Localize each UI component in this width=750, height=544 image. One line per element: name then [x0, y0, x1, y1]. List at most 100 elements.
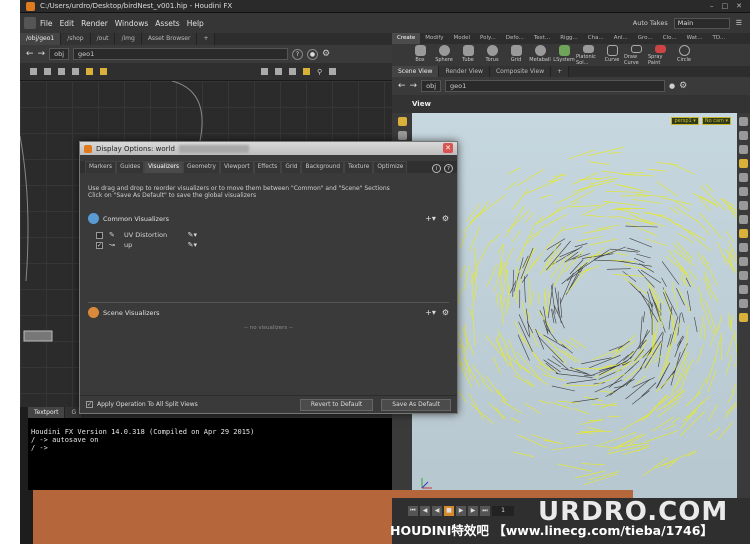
camera-badge[interactable]: persp1 ▾ — [671, 117, 699, 125]
tab-geometry[interactable]: Geometry — [183, 161, 220, 173]
shelf-tab-cha[interactable]: Cha... — [583, 33, 609, 44]
select-tool-icon[interactable] — [397, 117, 407, 126]
network-node[interactable] — [23, 330, 53, 342]
menu-file[interactable]: File — [40, 19, 53, 28]
menu-edit[interactable]: Edit — [60, 19, 75, 28]
frame-field[interactable]: 1 — [492, 506, 514, 516]
minimize-icon[interactable]: – — [710, 2, 714, 10]
shelf-tab-text[interactable]: Text... — [529, 33, 555, 44]
tool-metaball[interactable]: Metaball — [528, 44, 552, 66]
grid-toggle-icon[interactable] — [739, 271, 748, 280]
prev-key-icon[interactable]: ◀ — [420, 506, 430, 516]
tab-viewport[interactable]: Viewport — [219, 161, 254, 173]
tab-composite-view[interactable]: Composite View — [489, 66, 552, 77]
shelf-tab-poly[interactable]: Poly... — [475, 33, 501, 44]
move-tool-icon[interactable] — [397, 131, 407, 140]
shelf-tab-defo[interactable]: Defo... — [501, 33, 529, 44]
shelf-tab-model[interactable]: Model — [449, 33, 476, 44]
apply-all-checkbox[interactable]: ✓ — [86, 401, 93, 408]
shelf-tab-td[interactable]: TD... — [707, 33, 730, 44]
pin-icon[interactable]: ● — [307, 48, 319, 60]
display-icon[interactable] — [739, 117, 748, 126]
visualizer-checkbox[interactable]: ✓ — [96, 241, 103, 249]
reverse-play-icon[interactable]: ◀ — [432, 506, 442, 516]
next-key-icon[interactable]: ▶ — [468, 506, 478, 516]
normals-icon[interactable] — [739, 215, 748, 224]
layout-icon[interactable] — [261, 68, 268, 75]
tab-shop[interactable]: /shop — [61, 33, 91, 45]
display-flag-icon[interactable] — [303, 68, 310, 75]
edit-icon[interactable]: ✎▾ — [188, 231, 197, 239]
snap-icon[interactable] — [739, 229, 748, 238]
path-obj[interactable]: obj — [421, 80, 442, 92]
gear-icon[interactable]: ⚙ — [679, 81, 687, 91]
shelf-tab-rigg[interactable]: Rigg... — [555, 33, 583, 44]
gear-icon[interactable]: ⚙ — [322, 49, 330, 59]
desktop-select[interactable]: Main — [673, 17, 730, 29]
tab-background[interactable]: Background — [301, 161, 345, 173]
path-geo[interactable]: geo1 — [445, 80, 666, 92]
save-default-button[interactable]: Save As Default — [381, 398, 451, 411]
points-icon[interactable] — [739, 201, 748, 210]
tool-platonic[interactable]: Platonic Sol... — [576, 44, 600, 66]
auto-takes-label[interactable]: Auto Takes — [633, 19, 668, 27]
light-icon[interactable] — [739, 145, 748, 154]
tool-spray-paint[interactable]: Spray Paint — [648, 44, 672, 66]
last-frame-icon[interactable]: ⏭ — [480, 506, 490, 516]
frame-all-icon[interactable] — [329, 68, 337, 75]
shelf-tab-wat[interactable]: Wat... — [682, 33, 708, 44]
visualizer-checkbox[interactable] — [96, 231, 103, 239]
tab-markers[interactable]: Markers — [85, 161, 117, 173]
add-tab-icon[interactable]: + — [197, 33, 216, 45]
edit-icon[interactable]: ✎▾ — [188, 241, 197, 249]
bulb-icon[interactable] — [739, 159, 748, 168]
tab-effects[interactable]: Effects — [253, 161, 282, 173]
note-icon[interactable] — [86, 68, 93, 75]
path-geo[interactable]: geo1 — [73, 48, 289, 60]
template-icon[interactable] — [739, 243, 748, 252]
camera-badge[interactable]: No cam ▾ — [701, 117, 731, 125]
info-icon[interactable]: i — [432, 164, 441, 173]
tool-lsystem[interactable]: LSystem — [552, 44, 576, 66]
path-obj[interactable]: obj — [49, 48, 70, 60]
list-view-icon[interactable] — [30, 68, 37, 75]
forward-arrow-icon[interactable]: → — [410, 81, 418, 91]
gear-icon[interactable]: ⚙ — [442, 308, 449, 317]
tool-box[interactable]: Box — [408, 44, 432, 66]
back-arrow-icon[interactable]: ← — [398, 81, 406, 91]
tool-grid[interactable]: Grid — [504, 44, 528, 66]
close-icon[interactable]: ✕ — [736, 2, 742, 10]
shelf-tab-modify[interactable]: Modify — [420, 33, 448, 44]
first-frame-icon[interactable]: ⏮ — [408, 506, 418, 516]
tab-guides[interactable]: Guides — [116, 161, 145, 173]
add-visualizer-icon[interactable]: +▾ — [425, 308, 436, 317]
menu-assets[interactable]: Assets — [155, 19, 179, 28]
tab-grid[interactable]: Grid — [281, 161, 302, 173]
tool-circle[interactable]: Circle — [672, 44, 696, 66]
menu-render[interactable]: Render — [81, 19, 108, 28]
pin-icon[interactable]: ● — [669, 82, 675, 90]
dialog-titlebar[interactable]: Display Options: world ✕ — [80, 142, 457, 155]
shelf-tab-gro[interactable]: Gro... — [633, 33, 658, 44]
add-visualizer-icon[interactable]: +▾ — [425, 214, 436, 223]
tile-view-icon[interactable] — [44, 68, 51, 75]
help-icon[interactable]: ? — [292, 48, 304, 60]
visualizer-icon[interactable] — [739, 313, 748, 322]
back-arrow-icon[interactable]: ← — [26, 49, 34, 59]
stop-icon[interactable]: ■ — [444, 506, 454, 516]
tab-obj-geo1[interactable]: /obj/geo1 — [20, 33, 62, 45]
tab-asset-browser[interactable]: Asset Browser — [141, 33, 198, 45]
shelf-tab-anl[interactable]: Anl... — [609, 33, 633, 44]
close-icon[interactable]: ✕ — [443, 143, 453, 153]
tab-out[interactable]: /out — [90, 33, 116, 45]
zoom-icon[interactable]: ⚲ — [317, 68, 322, 76]
tab-visualizers[interactable]: Visualizers — [144, 161, 184, 173]
tool-torus[interactable]: Torus — [480, 44, 504, 66]
help-icon[interactable]: ? — [444, 164, 453, 173]
list-item[interactable]: ✓ ↝ up ✎▾ — [96, 240, 449, 250]
gear-icon[interactable]: ⚙ — [442, 214, 449, 223]
menu-windows[interactable]: Windows — [115, 19, 148, 28]
tool-draw-curve[interactable]: Draw Curve — [624, 44, 648, 66]
tab-img[interactable]: /img — [115, 33, 142, 45]
tool-tube[interactable]: Tube — [456, 44, 480, 66]
